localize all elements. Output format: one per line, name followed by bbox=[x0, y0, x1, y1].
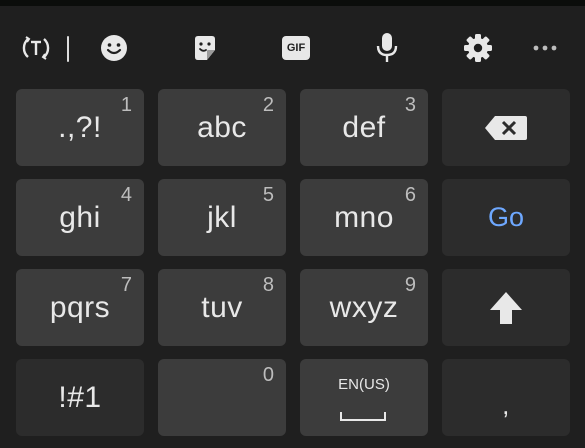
key-6[interactable]: mno 6 bbox=[300, 179, 428, 256]
key-4[interactable]: ghi 4 bbox=[16, 179, 144, 256]
key-label: tuv bbox=[201, 290, 243, 324]
go-key[interactable]: Go bbox=[442, 179, 570, 256]
key-number: 0 bbox=[262, 364, 274, 386]
key-number: 8 bbox=[262, 274, 274, 296]
key-label: jkl bbox=[207, 200, 237, 234]
key-5[interactable]: jkl 5 bbox=[158, 179, 286, 256]
key-7[interactable]: pqrs 7 bbox=[16, 269, 144, 346]
space-key[interactable]: EN(US) bbox=[300, 359, 428, 436]
key-label: .,?! bbox=[58, 110, 102, 144]
key-label: def bbox=[342, 110, 386, 144]
key-number: 4 bbox=[120, 184, 132, 206]
key-number: 9 bbox=[404, 274, 416, 296]
key-number: 7 bbox=[120, 274, 132, 296]
key-0[interactable]: 0 bbox=[158, 359, 286, 436]
key-3[interactable]: def 3 bbox=[300, 89, 428, 166]
key-number: 2 bbox=[262, 94, 274, 116]
sticker-icon[interactable] bbox=[187, 30, 223, 66]
microphone-icon[interactable] bbox=[369, 30, 405, 66]
go-label: Go bbox=[487, 202, 525, 232]
key-label: pqrs bbox=[49, 290, 111, 324]
key-label: !#1 bbox=[58, 380, 102, 414]
shift-arrow-icon bbox=[490, 291, 522, 324]
key-label: , bbox=[502, 389, 510, 420]
backspace-icon bbox=[485, 115, 527, 140]
backspace-key[interactable] bbox=[442, 89, 570, 166]
key-label: ghi bbox=[59, 200, 101, 234]
key-9[interactable]: wxyz 9 bbox=[300, 269, 428, 346]
comma-key[interactable]: , bbox=[442, 359, 570, 436]
toolbar-divider bbox=[67, 36, 69, 62]
gif-label: GIF bbox=[286, 42, 306, 54]
key-1[interactable]: .,?! 1 bbox=[16, 89, 144, 166]
symbols-key[interactable]: !#1 bbox=[16, 359, 144, 436]
more-options-icon[interactable] bbox=[527, 30, 563, 66]
key-label: wxyz bbox=[329, 290, 399, 324]
key-2[interactable]: abc 2 bbox=[158, 89, 286, 166]
key-label: mno bbox=[334, 200, 394, 234]
shift-key[interactable] bbox=[442, 269, 570, 346]
language-label: EN(US) bbox=[338, 376, 390, 393]
key-number: 6 bbox=[404, 184, 416, 206]
emoji-icon[interactable] bbox=[96, 30, 132, 66]
settings-gear-icon[interactable] bbox=[460, 30, 496, 66]
translate-icon[interactable] bbox=[18, 30, 54, 66]
key-number: 3 bbox=[404, 94, 416, 116]
key-label: abc bbox=[197, 110, 247, 144]
gif-icon[interactable]: GIF bbox=[278, 30, 314, 66]
key-number: 1 bbox=[120, 94, 132, 116]
keyboard-toolbar: GIF bbox=[0, 6, 585, 84]
key-number: 5 bbox=[262, 184, 274, 206]
space-bar-icon bbox=[340, 412, 386, 421]
key-8[interactable]: tuv 8 bbox=[158, 269, 286, 346]
